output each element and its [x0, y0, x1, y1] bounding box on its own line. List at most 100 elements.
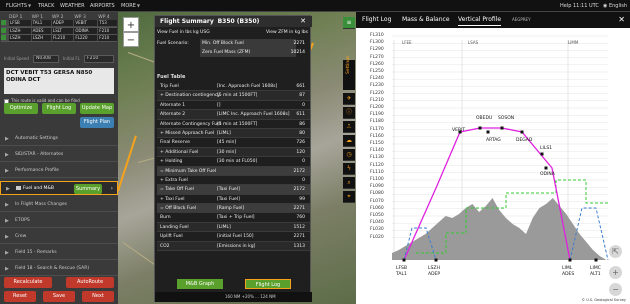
reset-button[interactable]: Reset [4, 291, 36, 302]
tab-mass-balance[interactable]: Mass & Balance [402, 14, 450, 26]
waypoint-marker[interactable] [402, 258, 406, 262]
next-button[interactable]: Next [82, 291, 114, 302]
waypoint-marker[interactable] [540, 152, 544, 156]
row-checkbox[interactable] [1, 20, 8, 28]
waypoint-marker[interactable] [478, 126, 482, 130]
waypoint-marker[interactable] [500, 126, 504, 130]
nav-airports[interactable]: AIRPORTS [90, 1, 115, 11]
flight-level-tick: FL170 [370, 126, 384, 132]
fuel-table-row: Alternate Contingency Fuel [5 min at 1500… [157, 120, 310, 129]
table-cell[interactable]: ODINA [73, 27, 98, 35]
section-in-flight-mass-changes[interactable]: ▶ In Flight Mass Changes [0, 198, 118, 212]
pin-icon[interactable]: ⌖ [343, 191, 355, 203]
nav-more[interactable]: MORE▼ [121, 1, 140, 11]
waypoint-marker[interactable] [568, 258, 572, 262]
waypoint-marker[interactable] [434, 258, 438, 262]
fuel-table-row: + Taxi Fuel [Taxi Fuel] 99 [157, 195, 310, 205]
table-cell[interactable]: VEBIT [73, 20, 98, 28]
mb-graph-button[interactable]: M&B Graph [177, 279, 223, 289]
section-sid-star[interactable]: ▶ SID/STAR - Alternates [0, 148, 118, 162]
search-icon[interactable]: ⌕ [343, 177, 355, 189]
settings-tab[interactable]: Settings [343, 56, 355, 90]
fuel-unit-selector[interactable]: View Fuel in lbs kg USG [157, 30, 210, 35]
play-icon: ▶ [5, 168, 9, 174]
flight-plan-button[interactable]: Flight Plan [80, 117, 114, 128]
row-checkbox[interactable] [1, 27, 8, 35]
fuel-row-value: 87 [299, 93, 305, 99]
zoom-in-icon[interactable]: + [609, 266, 622, 279]
flight-level-tick: FL200 [370, 105, 384, 110]
table-cell[interactable]: F210 [97, 27, 117, 35]
initial-speed-input[interactable]: N0308 [33, 55, 59, 63]
section-field-15-remarks[interactable]: ▶ Field 15 - Remarks [0, 246, 118, 260]
zoom-in-button[interactable]: + [123, 17, 139, 32]
table-cell[interactable]: LFSB [8, 20, 31, 28]
clock-icon[interactable]: ◷ [343, 149, 355, 161]
section-crew[interactable]: ▶ Crew [0, 230, 118, 244]
ruler-icon[interactable]: ⎍ [343, 121, 355, 133]
info-icon[interactable]: ⓘ [343, 107, 355, 119]
fuel-unit-toggles: View Fuel in lbs kg USG View ZFM in kg l… [157, 29, 310, 37]
table-cell[interactable]: ADEP [50, 20, 74, 28]
nav-track[interactable]: TRACK [38, 1, 54, 11]
section-automatic-settings[interactable]: ▶ Automatic Settings [0, 132, 118, 146]
flight-log-modal-button[interactable]: Flight Log [245, 279, 291, 289]
nav-weather[interactable]: WEATHER [60, 1, 85, 11]
table-row[interactable]: LFSB TAL1 ADEP VEBIT T53 [1, 20, 117, 28]
tab-vertical-profile[interactable]: Vertical Profile [458, 14, 502, 26]
table-row[interactable]: LSZH LSZH FL210 FL220 F210 [1, 34, 117, 42]
initial-fl-input[interactable]: F210 [84, 55, 114, 63]
section-label: In Flight Mass Changes [15, 202, 67, 207]
section-performance-profile[interactable]: ▶ Performance Profile [0, 164, 118, 178]
close-icon[interactable]: ✕ [300, 16, 306, 27]
table-cell[interactable]: LSZH [8, 27, 31, 35]
tab-flight-log[interactable]: Flight Log [362, 14, 391, 26]
table-cell[interactable]: FL220 [73, 34, 98, 42]
route-string-textarea[interactable]: DCT VEBIT T53 GERSA N850 ODINA DCT [4, 68, 114, 94]
table-cell[interactable]: F210 [97, 34, 117, 42]
table-cell[interactable]: T53 [97, 20, 117, 28]
language-selector[interactable]: ◉ English [603, 1, 627, 11]
section-label: Automatic Settings [15, 136, 58, 141]
zfm-unit-selector[interactable]: View ZFM in kg lbs [266, 29, 308, 37]
autoroute-button[interactable]: AutoRoute [66, 277, 114, 288]
layers-icon[interactable]: ≡ [343, 17, 355, 29]
flight-level-tick: FL070 [370, 198, 384, 204]
table-cell[interactable]: LSZH [8, 34, 31, 42]
table-cell[interactable]: FL210 [50, 34, 74, 42]
table-cell[interactable]: TAL1 [30, 20, 51, 28]
table-cell[interactable]: LSLT [50, 27, 74, 35]
save-button[interactable]: Save [43, 291, 75, 302]
bolt-icon[interactable]: ϟ [343, 163, 355, 175]
fuel-row-label: + Taxi Fuel [160, 196, 185, 202]
close-icon[interactable]: ✕ [618, 14, 625, 26]
table-cell[interactable]: ADES [30, 27, 51, 35]
table-row[interactable]: LSZH ADES LSLT ODINA F210 [1, 27, 117, 35]
waypoint-marker[interactable] [594, 258, 598, 262]
plane-icon[interactable]: ✈ [343, 93, 355, 105]
waypoint-marker[interactable] [520, 130, 524, 134]
update-map-button[interactable]: Update Map [80, 103, 114, 114]
external-link-icon[interactable]: ⇱ [609, 245, 622, 258]
table-cell[interactable]: LSZH [30, 34, 51, 42]
section-etops[interactable]: ▶ ETOPS [0, 214, 118, 228]
nav-flights[interactable]: FLIGHTS▼ [6, 1, 31, 11]
waypoint-marker[interactable] [486, 130, 490, 134]
recalculate-button[interactable]: Recalculate [4, 277, 52, 288]
flight-level-tick: FL260 [370, 61, 384, 67]
zoom-out-icon[interactable]: − [609, 283, 622, 296]
waypoint-marker[interactable] [544, 166, 548, 170]
summary-desc[interactable]: Min. Off Block Fuel [200, 39, 296, 48]
row-checkbox[interactable] [1, 34, 8, 42]
optimize-button[interactable]: Optimize [4, 103, 38, 114]
vp-tab-bar: Flight Log Mass & Balance Vertical Profi… [356, 12, 630, 28]
section-fuel-and-mb[interactable]: ▶ Fuel and M&B Summary › [0, 181, 118, 195]
zoom-out-button[interactable]: − [123, 32, 139, 47]
weather-icon[interactable]: ☁ [343, 135, 355, 147]
summary-button[interactable]: Summary [74, 184, 102, 194]
summary-desc[interactable]: Zero Fuel Mass (ZFM) [200, 48, 296, 57]
flight-level-tick: FL090 [370, 184, 384, 190]
waypoint-label: ALT1 [590, 272, 601, 277]
flight-log-button[interactable]: Flight Log [42, 103, 76, 114]
section-field-18-sar[interactable]: ▶ Field 18 - Search & Rescue (SAR) [0, 262, 118, 276]
